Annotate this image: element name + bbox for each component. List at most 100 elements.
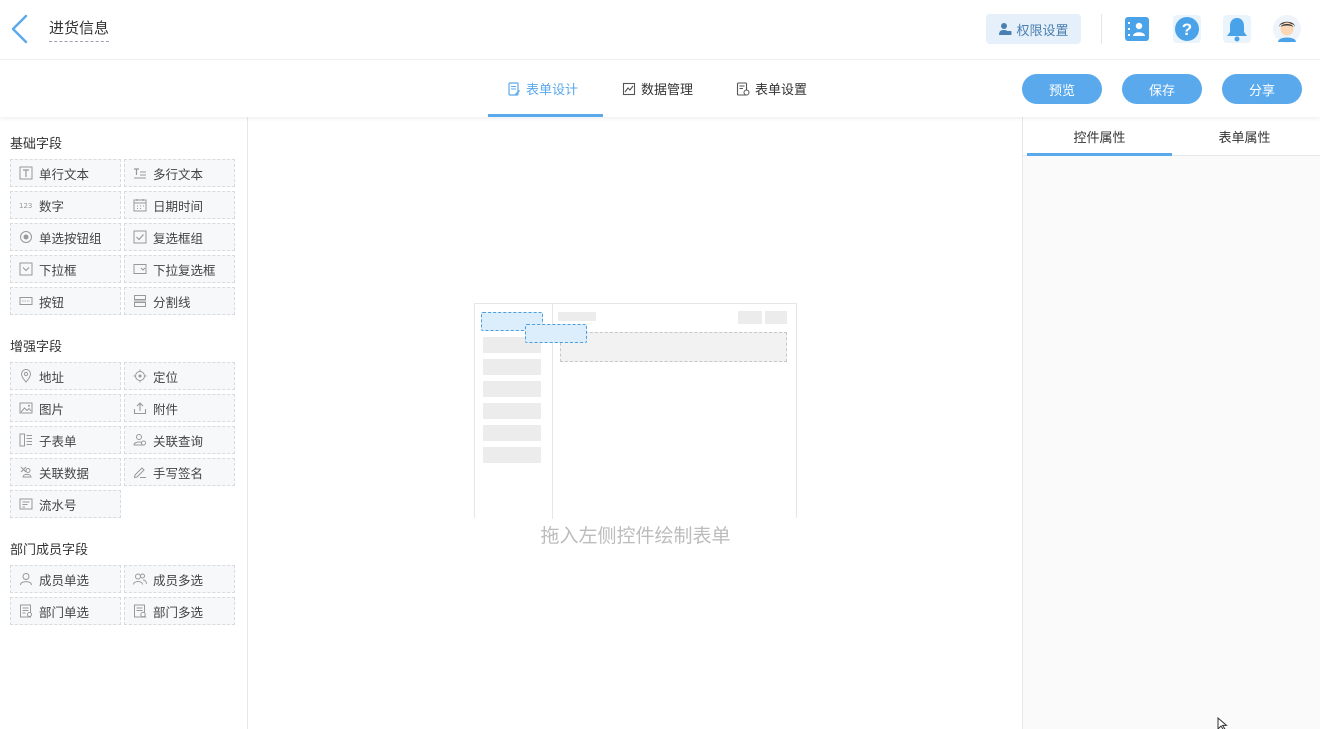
- field-multi-line-text[interactable]: 多行文本: [124, 159, 235, 187]
- permission-settings-button[interactable]: 权限设置: [986, 14, 1081, 44]
- field-address[interactable]: 地址: [10, 362, 121, 390]
- department-icon: [20, 604, 32, 618]
- field-linked-query[interactable]: 关联查询: [124, 426, 235, 454]
- settings-doc-icon: [736, 81, 750, 96]
- active-properties-tab-indicator: [1027, 153, 1172, 156]
- field-number[interactable]: 123 数字: [10, 191, 121, 219]
- field-image[interactable]: 图片: [10, 394, 121, 422]
- topbar-divider: [1101, 14, 1102, 44]
- illustration-bar: [738, 311, 762, 324]
- field-serial-number[interactable]: 流水号: [10, 490, 121, 518]
- contacts-icon[interactable]: [1122, 14, 1152, 44]
- empty-canvas-hint: 拖入左侧控件绘制表单: [540, 525, 731, 547]
- illustration-bar: [483, 425, 541, 441]
- group-title-org: 部门成员字段: [10, 543, 89, 558]
- departments-icon: [134, 604, 147, 618]
- field-label: 定位: [153, 369, 179, 385]
- field-label: 部门单选: [39, 604, 90, 620]
- field-department-multi[interactable]: 部门多选: [124, 597, 235, 625]
- linked-query-icon: [133, 434, 146, 446]
- field-label: 附件: [153, 401, 179, 417]
- tab-data-management[interactable]: 数据管理: [622, 60, 693, 117]
- field-radio-group[interactable]: 单选按钮组: [10, 223, 121, 251]
- illustration-bar: [765, 311, 787, 324]
- illustration-drag-ghost: [525, 324, 587, 343]
- dropdown-icon: [19, 262, 33, 276]
- field-label: 数字: [39, 198, 65, 214]
- field-linked-data[interactable]: 关联数据: [10, 458, 121, 486]
- field-button[interactable]: 按钮: [10, 287, 121, 315]
- notification-bell-icon[interactable]: [1222, 14, 1252, 44]
- subform-icon: [19, 433, 32, 447]
- save-button[interactable]: 保存: [1122, 74, 1202, 104]
- field-department-single[interactable]: 部门单选: [10, 597, 121, 625]
- form-canvas[interactable]: 拖入左侧控件绘制表单: [248, 117, 1022, 729]
- field-dropdown-multi[interactable]: 下拉复选框: [124, 255, 235, 283]
- tab-form-design[interactable]: 表单设计: [507, 60, 578, 117]
- empty-canvas-illustration: [474, 303, 797, 519]
- tab-form-properties[interactable]: 表单属性: [1172, 117, 1317, 156]
- field-label: 关联查询: [153, 433, 204, 449]
- user-avatar[interactable]: [1272, 14, 1302, 44]
- tab-form-settings-label: 表单设置: [755, 83, 808, 98]
- field-datetime[interactable]: 日期时间: [124, 191, 235, 219]
- field-label: 分割线: [153, 294, 191, 310]
- field-label: 流水号: [39, 497, 77, 513]
- calendar-icon: [133, 199, 147, 212]
- permission-settings-label: 权限设置: [1016, 23, 1069, 39]
- field-label: 单选按钮组: [39, 230, 102, 246]
- preview-button[interactable]: 预览: [1022, 74, 1102, 104]
- field-label: 地址: [39, 369, 65, 385]
- illustration-bar: [558, 312, 596, 321]
- field-dropdown[interactable]: 下拉框: [10, 255, 121, 283]
- number-icon: 123: [19, 202, 32, 210]
- field-member-multi[interactable]: 成员多选: [124, 565, 235, 593]
- back-arrow-icon[interactable]: [8, 14, 30, 44]
- field-location[interactable]: 定位: [124, 362, 235, 390]
- map-pin-icon: [20, 369, 32, 383]
- illustration-bar: [483, 359, 541, 375]
- tab-control-properties[interactable]: 控件属性: [1027, 117, 1172, 156]
- tab-form-settings[interactable]: 表单设置: [736, 60, 807, 117]
- signature-icon: [133, 467, 146, 479]
- upload-icon: [133, 402, 147, 415]
- field-label: 成员多选: [153, 572, 204, 588]
- illustration-bar: [483, 381, 541, 397]
- locate-icon: [133, 369, 147, 383]
- top-bar: 进货信息 权限设置 ?: [0, 0, 1320, 60]
- field-divider[interactable]: 分割线: [124, 287, 235, 315]
- form-design-icon: [508, 81, 520, 96]
- multi-line-text-icon: [134, 168, 146, 179]
- illustration-bar: [483, 447, 541, 463]
- users-icon: [133, 573, 147, 585]
- field-label: 按钮: [39, 294, 65, 310]
- field-subform[interactable]: 子表单: [10, 426, 121, 454]
- image-icon: [19, 402, 33, 414]
- user-lock-icon: [999, 23, 1012, 35]
- field-label: 关联数据: [39, 465, 90, 481]
- tab-form-design-label: 表单设计: [526, 83, 579, 98]
- properties-panel: 控件属性 表单属性: [1022, 117, 1320, 729]
- mouse-cursor-icon: [1217, 716, 1229, 729]
- share-button[interactable]: 分享: [1222, 74, 1302, 104]
- linked-data-icon: [20, 466, 32, 478]
- tab-data-management-label: 数据管理: [641, 83, 694, 98]
- button-icon: [19, 297, 33, 305]
- field-label: 复选框组: [153, 230, 204, 246]
- field-checkbox-group[interactable]: 复选框组: [124, 223, 235, 251]
- radio-icon: [20, 231, 32, 243]
- field-label: 日期时间: [153, 198, 204, 214]
- illustration-drop-zone: [560, 332, 787, 362]
- group-title-basic: 基础字段: [10, 137, 63, 152]
- checkbox-icon: [133, 230, 147, 244]
- form-title[interactable]: 进货信息: [49, 18, 110, 42]
- help-icon[interactable]: ?: [1172, 14, 1202, 44]
- field-member-single[interactable]: 成员单选: [10, 565, 121, 593]
- field-single-line-text[interactable]: 单行文本: [10, 159, 121, 187]
- svg-text:123: 123: [19, 202, 32, 210]
- field-attachment[interactable]: 附件: [124, 394, 235, 422]
- field-label: 手写签名: [153, 465, 204, 481]
- field-palette: 基础字段 单行文本 多行文本 123 数字 日期时间 单选按钮组 复选框组 下拉…: [0, 117, 248, 729]
- single-line-text-icon: [19, 166, 33, 180]
- field-signature[interactable]: 手写签名: [124, 458, 235, 486]
